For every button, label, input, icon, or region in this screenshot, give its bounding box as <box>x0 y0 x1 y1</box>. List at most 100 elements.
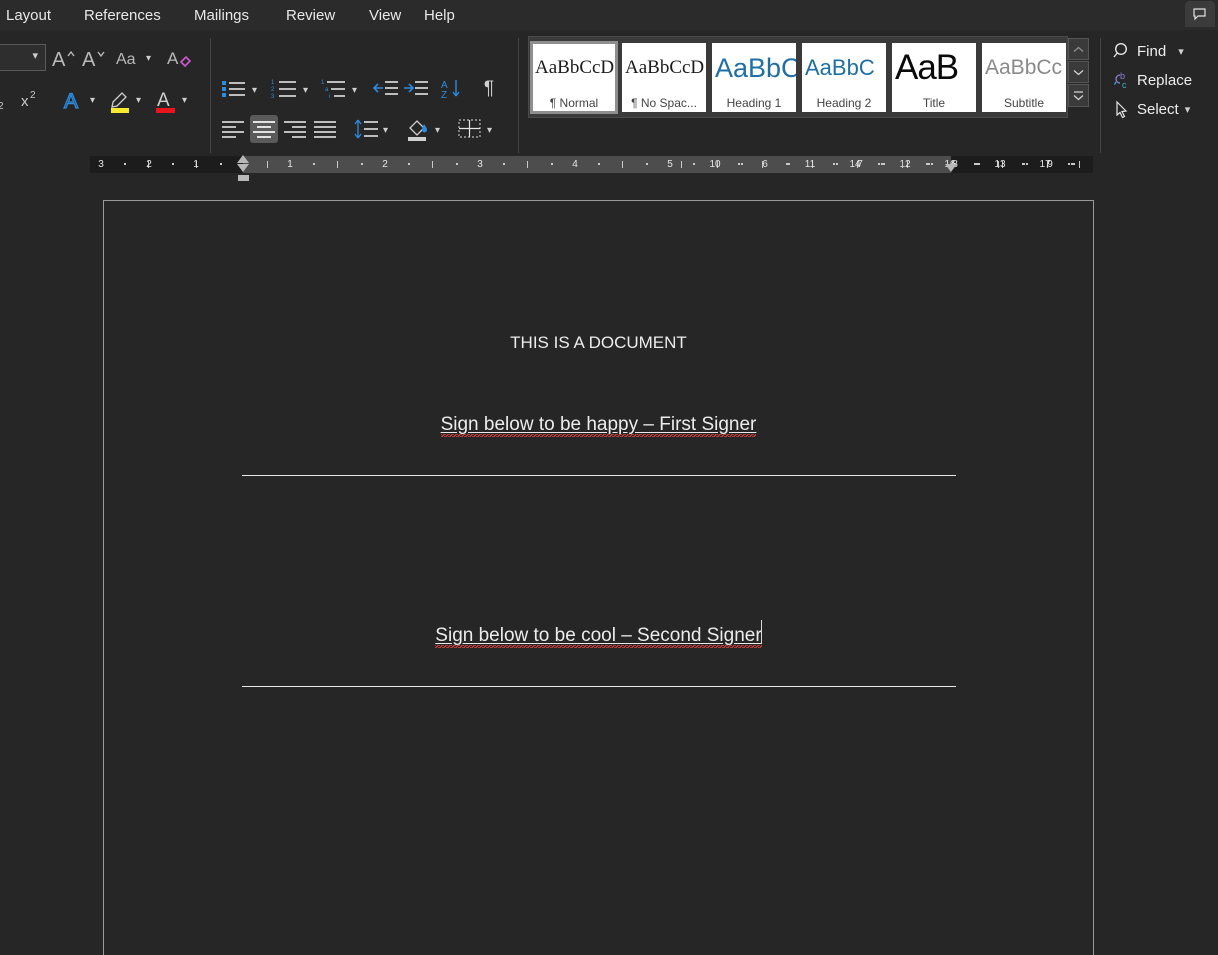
ribbon-home-toolbar: ▾ A A Aa ▾ A 2 x 2 A ▾ ▾ A ▾ ▾ 1 2 3 ▾ 1… <box>0 30 1218 178</box>
increase-indent-button[interactable] <box>402 76 430 102</box>
style-name: ¶ Normal <box>549 95 599 110</box>
ruler-tick-2: 2 <box>382 159 388 170</box>
justify-button[interactable] <box>312 116 338 142</box>
svg-text:2: 2 <box>30 90 36 101</box>
style-item-heading-2[interactable]: AaBbC Heading 2 <box>802 43 886 112</box>
paragraph-second-signer[interactable]: Sign below to be cool – Second Signer <box>104 625 1093 648</box>
style-item-subtitle[interactable]: AaBbCc Subtitle <box>982 43 1066 112</box>
numbering-chevron-down-icon[interactable]: ▾ <box>303 86 308 96</box>
tab-view[interactable]: View <box>369 0 401 30</box>
svg-text:A: A <box>167 49 179 68</box>
cursor-arrow-icon <box>1116 100 1128 119</box>
style-preview: AaBbC <box>715 52 796 83</box>
clear-formatting-button[interactable]: A <box>166 44 196 72</box>
paragraph-title-text: THIS IS A DOCUMENT <box>510 333 687 352</box>
first-line-indent-marker[interactable] <box>237 155 249 163</box>
align-left-button[interactable] <box>220 116 246 142</box>
group-separator-font <box>210 38 211 158</box>
line-spacing-icon <box>354 119 378 139</box>
find-button[interactable]: Find ▾ <box>1112 38 1184 64</box>
line-spacing-chevron-down-icon[interactable]: ▾ <box>383 126 388 136</box>
styles-more-button[interactable] <box>1068 84 1089 107</box>
borders-chevron-down-icon[interactable]: ▾ <box>487 126 492 136</box>
comments-button[interactable] <box>1185 1 1215 27</box>
styles-scroll-down-button[interactable] <box>1068 61 1089 83</box>
text-effects-button[interactable]: A <box>60 86 90 114</box>
increase-indent-icon <box>404 81 428 95</box>
comment-icon <box>1193 8 1206 21</box>
clear-formatting-icon: A <box>167 49 192 68</box>
tab-references[interactable]: References <box>84 0 161 30</box>
style-preview: AaBbCc <box>985 56 1063 79</box>
style-preview: AaB <box>895 48 959 87</box>
line-spacing-button[interactable] <box>352 116 380 142</box>
multilevel-chevron-down-icon[interactable]: ▾ <box>352 86 357 96</box>
ruler-tick-1: 1 <box>287 159 293 170</box>
left-indent-marker[interactable] <box>238 175 249 181</box>
show-formatting-marks-button[interactable]: ¶ <box>477 76 501 102</box>
ruler-bar: 3 2 1 1 2 3 4 5 6 7 8 9 10 11 12 13 14 1… <box>0 153 1218 184</box>
text-effects-chevron-down-icon[interactable]: ▾ <box>90 96 95 106</box>
multilevel-list-icon: 1 a i <box>321 80 345 100</box>
multilevel-list-button[interactable]: 1 a i <box>320 76 350 102</box>
document-canvas[interactable]: THIS IS A DOCUMENT Sign below to be happ… <box>0 184 1218 955</box>
align-right-button[interactable] <box>282 116 308 142</box>
select-button[interactable]: Select ▾ <box>1112 96 1190 122</box>
paragraph-title[interactable]: THIS IS A DOCUMENT <box>104 333 1093 353</box>
svg-text:A: A <box>82 49 96 69</box>
group-separator-paragraph <box>518 38 519 158</box>
change-case-button[interactable]: Aa <box>114 44 148 72</box>
style-item-normal[interactable]: AaBbCcD ¶ Normal <box>530 41 618 114</box>
change-case-chevron-down-icon[interactable]: ▾ <box>146 54 151 64</box>
decrease-indent-button[interactable] <box>372 76 400 102</box>
styles-scroll-up-button[interactable] <box>1068 38 1089 60</box>
hanging-indent-marker[interactable] <box>237 164 249 172</box>
style-preview: AaBbCcD <box>625 57 705 78</box>
align-left-icon <box>222 121 244 138</box>
find-label: Find <box>1137 42 1167 60</box>
shading-chevron-down-icon[interactable]: ▾ <box>435 126 440 136</box>
select-chevron-down-icon[interactable]: ▾ <box>1185 103 1191 116</box>
right-indent-marker[interactable] <box>945 164 957 172</box>
superscript-button[interactable]: x 2 <box>20 86 46 114</box>
style-item-heading-1[interactable]: AaBbC Heading 1 <box>712 43 796 112</box>
subscript-button[interactable]: x 2 <box>0 86 14 114</box>
group-separator-styles <box>1100 38 1101 158</box>
text-highlight-button[interactable] <box>106 84 134 116</box>
highlight-chevron-down-icon[interactable]: ▾ <box>136 96 141 106</box>
svg-text:i: i <box>329 94 330 100</box>
tab-review[interactable]: Review <box>286 0 335 30</box>
font-size-input[interactable]: ▾ <box>0 44 46 71</box>
subscript-icon: x 2 <box>0 101 4 111</box>
paragraph-first-signer[interactable]: Sign below to be happy – First Signer <box>104 414 1093 437</box>
bullets-chevron-down-icon[interactable]: ▾ <box>252 86 257 96</box>
tab-layout[interactable]: Layout <box>6 0 51 30</box>
style-item-title[interactable]: AaB Title <box>892 43 976 112</box>
find-chevron-down-icon[interactable]: ▾ <box>1178 45 1184 58</box>
shading-button[interactable] <box>404 114 432 144</box>
style-item-no-spacing[interactable]: AaBbCcD ¶ No Spac... <box>622 43 706 112</box>
borders-icon <box>458 119 481 138</box>
font-color-button[interactable]: A <box>152 84 180 116</box>
style-preview: AaBbC <box>805 55 875 80</box>
font-color-chevron-down-icon[interactable]: ▾ <box>182 96 187 106</box>
horizontal-ruler-right: 10 11 12 13 <box>660 156 1093 173</box>
sort-button[interactable]: A Z <box>440 76 466 102</box>
style-name: Heading 1 <box>726 95 782 110</box>
shrink-font-button[interactable]: A <box>80 44 108 72</box>
replace-button[interactable]: b c Replace <box>1112 67 1192 93</box>
svg-text:2: 2 <box>271 87 275 93</box>
tab-mailings[interactable]: Mailings <box>194 0 249 30</box>
document-page[interactable]: THIS IS A DOCUMENT Sign below to be happ… <box>103 200 1094 955</box>
align-center-button[interactable] <box>250 115 278 143</box>
font-color-icon: A <box>156 90 175 113</box>
bullets-button[interactable] <box>220 76 248 102</box>
svg-text:A: A <box>157 90 170 111</box>
grow-font-button[interactable]: A <box>50 44 78 72</box>
tab-help[interactable]: Help <box>424 0 455 30</box>
borders-button[interactable] <box>456 116 484 142</box>
chevron-down-icon <box>1073 69 1084 75</box>
svg-text:1: 1 <box>271 80 275 86</box>
numbering-button[interactable]: 1 2 3 <box>270 76 300 102</box>
align-center-icon <box>253 121 275 138</box>
